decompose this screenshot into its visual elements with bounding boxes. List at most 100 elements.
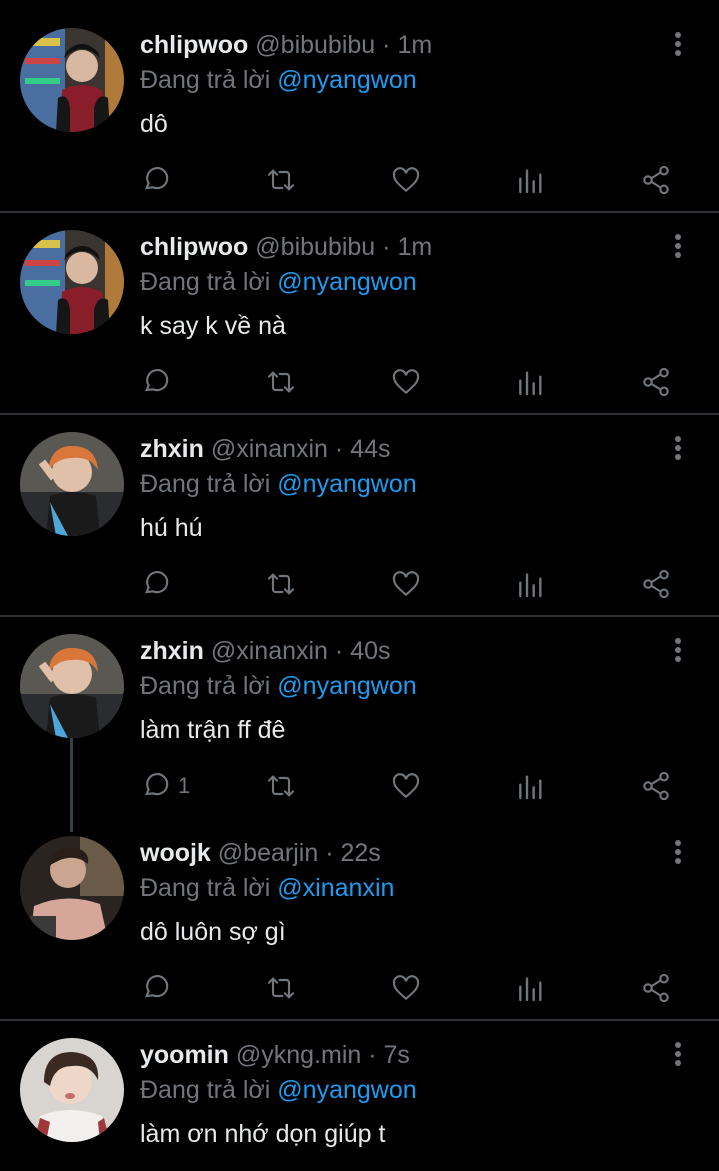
reply-button[interactable]: 1 xyxy=(140,756,190,816)
tweet[interactable]: zhxin @xinanxin · 40s Đang trả lời @nyan… xyxy=(0,606,719,808)
retweet-icon xyxy=(267,573,295,595)
retweet-button[interactable] xyxy=(265,150,297,210)
avatar[interactable] xyxy=(20,230,124,334)
tweet[interactable]: chlipwoo @bibubibu · 1m Đang trả lời @ny… xyxy=(0,0,719,212)
mention-link[interactable]: @nyangwon xyxy=(277,672,416,700)
more-icon[interactable] xyxy=(668,638,688,666)
handle[interactable]: @bearjin xyxy=(218,839,318,867)
timestamp[interactable]: 22s xyxy=(340,839,380,867)
display-name[interactable]: yoomin xyxy=(140,1041,229,1069)
like-button[interactable] xyxy=(390,958,422,1018)
more-icon[interactable] xyxy=(668,1042,688,1070)
timestamp[interactable]: 40s xyxy=(350,637,390,665)
display-name[interactable]: chlipwoo xyxy=(140,31,248,59)
avatar[interactable] xyxy=(20,1038,124,1142)
avatar[interactable] xyxy=(20,634,124,738)
more-icon[interactable] xyxy=(668,32,688,60)
handle[interactable]: @bibubibu xyxy=(255,31,375,59)
views-button[interactable] xyxy=(515,958,547,1018)
views-button[interactable] xyxy=(515,150,547,210)
timestamp[interactable]: 1m xyxy=(397,233,432,261)
handle[interactable]: @bibubibu xyxy=(255,233,375,261)
mention-link[interactable]: @nyangwon xyxy=(277,268,416,296)
action-bar xyxy=(0,554,719,614)
views-icon xyxy=(519,573,542,598)
reply-icon xyxy=(144,773,169,796)
timestamp[interactable]: 7s xyxy=(384,1041,410,1069)
tweet[interactable]: yoomin @ykng.min · 7s Đang trả lời @nyan… xyxy=(0,1010,719,1171)
retweet-icon xyxy=(267,371,295,393)
retweet-button[interactable] xyxy=(265,756,297,816)
timestamp[interactable]: 1m xyxy=(397,31,432,59)
tweet-header: chlipwoo @bibubibu · 1m xyxy=(140,30,432,60)
like-button[interactable] xyxy=(390,554,422,614)
like-icon xyxy=(392,975,420,1001)
handle[interactable]: @xinanxin xyxy=(211,435,328,463)
more-icon[interactable] xyxy=(668,436,688,464)
mention-link[interactable]: @nyangwon xyxy=(277,470,416,498)
share-button[interactable] xyxy=(640,756,672,816)
tweet[interactable]: woojk @bearjin · 22s Đang trả lời @xinan… xyxy=(0,808,719,1020)
display-name[interactable]: woojk xyxy=(140,839,211,867)
display-name[interactable]: zhxin xyxy=(140,637,204,665)
display-name[interactable]: chlipwoo xyxy=(140,233,248,261)
reply-button[interactable] xyxy=(140,958,178,1018)
like-icon xyxy=(392,773,420,799)
avatar[interactable] xyxy=(20,432,124,536)
separator: · xyxy=(382,233,391,261)
views-icon xyxy=(519,775,542,800)
more-icon[interactable] xyxy=(668,234,688,262)
tweet-text: hú hú xyxy=(140,514,203,542)
share-button[interactable] xyxy=(640,150,672,210)
views-button[interactable] xyxy=(515,352,547,412)
like-button[interactable] xyxy=(390,150,422,210)
tweet-header: zhxin @xinanxin · 40s xyxy=(140,636,391,666)
reply-button[interactable] xyxy=(140,352,178,412)
retweet-icon xyxy=(267,977,295,999)
tweet-text: dô xyxy=(140,110,168,138)
reply-prefix: Đang trả lời xyxy=(140,268,271,296)
retweet-button[interactable] xyxy=(265,958,297,1018)
like-button[interactable] xyxy=(390,756,422,816)
views-icon xyxy=(519,371,542,396)
share-icon xyxy=(643,569,669,599)
action-bar xyxy=(0,352,719,412)
retweet-button[interactable] xyxy=(265,554,297,614)
handle[interactable]: @xinanxin xyxy=(211,637,328,665)
share-icon xyxy=(643,165,669,195)
like-button[interactable] xyxy=(390,352,422,412)
reply-button[interactable] xyxy=(140,554,178,614)
handle[interactable]: @ykng.min xyxy=(236,1041,361,1069)
mention-link[interactable]: @nyangwon xyxy=(277,1076,416,1104)
display-name[interactable]: zhxin xyxy=(140,435,204,463)
tweet[interactable]: chlipwoo @bibubibu · 1m Đang trả lời @ny… xyxy=(0,202,719,414)
more-icon[interactable] xyxy=(668,840,688,868)
reply-button[interactable] xyxy=(140,150,178,210)
action-bar xyxy=(0,958,719,1018)
views-button[interactable] xyxy=(515,554,547,614)
views-icon xyxy=(519,977,542,1002)
action-bar xyxy=(0,150,719,210)
separator: · xyxy=(382,31,391,59)
mention-link[interactable]: @xinanxin xyxy=(277,874,394,902)
views-button[interactable] xyxy=(515,756,547,816)
share-button[interactable] xyxy=(640,958,672,1018)
mention-link[interactable]: @nyangwon xyxy=(277,66,416,94)
avatar[interactable] xyxy=(20,28,124,132)
tweet-text: dô luôn sợ gì xyxy=(140,918,286,946)
like-icon xyxy=(392,369,420,395)
retweet-icon xyxy=(267,775,295,797)
reply-icon xyxy=(144,975,169,998)
retweet-button[interactable] xyxy=(265,352,297,412)
tweet-header: zhxin @xinanxin · 44s xyxy=(140,434,391,464)
tweet[interactable]: zhxin @xinanxin · 44s Đang trả lời @nyan… xyxy=(0,404,719,616)
avatar[interactable] xyxy=(20,836,124,940)
separator: · xyxy=(334,637,344,665)
reply-prefix: Đang trả lời xyxy=(140,470,271,498)
reply-icon xyxy=(144,167,169,190)
views-icon xyxy=(519,169,542,194)
share-button[interactable] xyxy=(640,352,672,412)
tweet-text: làm ơn nhớ dọn giúp t xyxy=(140,1120,386,1148)
share-button[interactable] xyxy=(640,554,672,614)
timestamp[interactable]: 44s xyxy=(350,435,390,463)
